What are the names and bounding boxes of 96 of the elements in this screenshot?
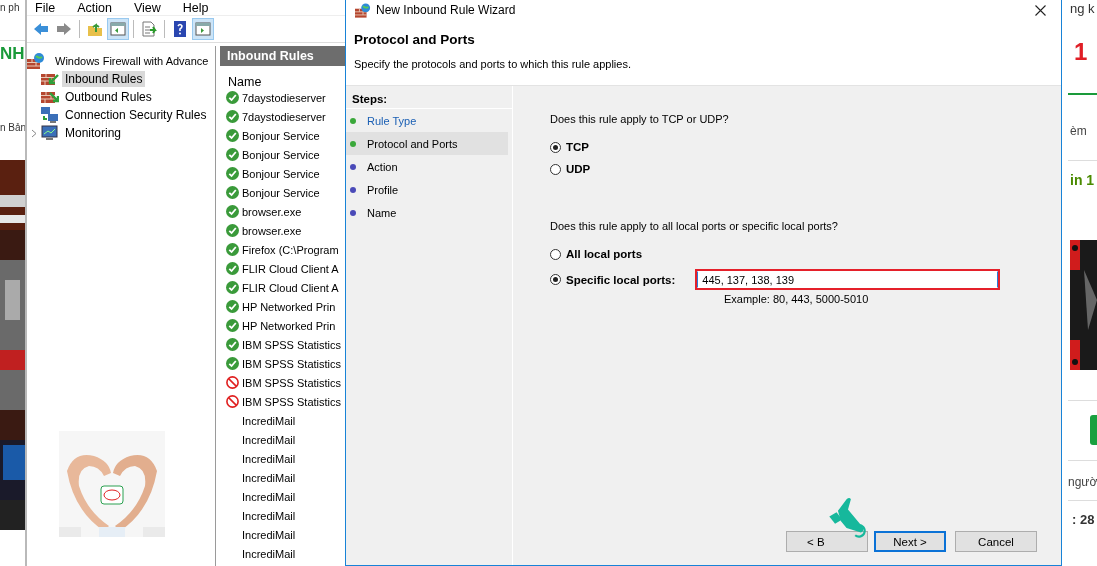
rule-name[interactable]: Bonjour Service (242, 129, 320, 142)
check-circle-icon (226, 91, 239, 104)
rule-name[interactable]: IncrediMail (242, 452, 296, 465)
next-button[interactable]: Next > (874, 531, 946, 552)
wizard-step[interactable]: Rule Type (346, 109, 508, 132)
radio-button[interactable] (550, 274, 561, 285)
rule-name[interactable]: 7daystodieserver (242, 91, 326, 104)
cancel-button[interactable]: Cancel (955, 531, 1037, 552)
menu-item[interactable]: File (35, 0, 66, 15)
tree-item[interactable]: Outbound Rules (62, 89, 155, 105)
rule-name[interactable]: IncrediMail (242, 509, 296, 522)
computers-icon (41, 107, 59, 123)
rule-name[interactable]: Bonjour Service (242, 167, 320, 180)
check-circle-icon (226, 148, 239, 161)
steps-title: Steps: (352, 93, 388, 105)
wizard-step[interactable]: Protocol and Ports (346, 132, 508, 155)
web-page-text: n ph (0, 2, 20, 13)
radio-button[interactable] (550, 141, 561, 153)
blocked-icon (226, 376, 239, 389)
web-page-text: NH (0, 44, 25, 64)
check-circle-icon (226, 262, 239, 275)
window-title: New Inbound Rule Wizard (376, 3, 516, 17)
radio-label[interactable]: TCP (566, 141, 589, 153)
expand-chevron-icon[interactable] (31, 128, 37, 138)
web-page-text: : 28 (1072, 512, 1095, 527)
pane-header: Inbound Rules (220, 46, 345, 66)
web-page-text: èm (1070, 124, 1087, 138)
check-circle-icon (226, 205, 239, 218)
question-text: Does this rule apply to all local ports or specific local ports? (550, 220, 838, 232)
check-circle-icon (226, 186, 239, 199)
rule-name[interactable]: IncrediMail (242, 528, 296, 541)
page-description: Specify the protocols and ports to which this rule applies. (354, 58, 631, 70)
rule-name[interactable]: IncrediMail (242, 433, 296, 446)
close-icon (1034, 4, 1046, 16)
web-page-text: n Bản (0, 122, 27, 133)
firewall-globe-icon (355, 2, 371, 18)
rule-name[interactable]: IncrediMail (242, 471, 296, 484)
menu-item[interactable]: View (133, 0, 171, 15)
radio-label[interactable]: UDP (566, 163, 591, 175)
check-circle-icon (226, 338, 239, 351)
rule-name[interactable]: Firefox (C:\Program (242, 243, 339, 256)
rule-name[interactable]: Bonjour Service (242, 186, 320, 199)
rule-name[interactable]: IncrediMail (242, 414, 296, 427)
menu-item[interactable]: Help (182, 0, 219, 15)
check-circle-icon (226, 110, 239, 123)
wizard-step[interactable]: Profile (346, 178, 508, 201)
web-page-text: ngườ (1068, 475, 1097, 489)
rule-name[interactable]: FLIR Cloud Client A (242, 262, 339, 275)
tree-tool-icon[interactable] (107, 18, 129, 40)
rule-name[interactable]: HP Networked Prin (242, 319, 336, 332)
rule-name[interactable]: IBM SPSS Statistics (242, 357, 342, 370)
rule-name[interactable]: IBM SPSS Statistics (242, 395, 342, 408)
check-circle-icon (226, 300, 239, 313)
wizard-step[interactable]: Name (346, 201, 508, 224)
web-page-text: in 1 (1070, 172, 1095, 188)
rule-name[interactable]: IncrediMail (242, 547, 296, 560)
rule-name[interactable]: browser.exe (242, 205, 302, 218)
rule-name[interactable]: IBM SPSS Statistics (242, 338, 342, 351)
back-button[interactable]: < B (786, 531, 868, 552)
radio-label[interactable]: Specific local ports: (566, 273, 676, 286)
rule-name[interactable]: IBM SPSS Statistics (242, 376, 342, 389)
blocked-icon (226, 395, 239, 408)
check-circle-icon (226, 167, 239, 180)
check-circle-icon (226, 319, 239, 332)
example-hint: Example: 80, 443, 5000-5010 (724, 293, 869, 305)
radio-button[interactable] (550, 248, 561, 260)
tree-item[interactable]: Connection Security Rules (62, 107, 210, 123)
rule-name[interactable]: 7daystodieserver (242, 110, 326, 123)
brick-wall-icon (41, 71, 59, 87)
tree-item[interactable]: Inbound Rules (62, 71, 146, 87)
web-page-text: 1 (1074, 38, 1088, 66)
brick-wall-icon (41, 89, 59, 105)
question-text: Does this rule apply to TCP or UDP? (550, 113, 729, 125)
check-circle-icon (226, 357, 239, 370)
rule-name[interactable]: HP Networked Prin (242, 300, 336, 313)
web-page-text: ng k (1070, 1, 1095, 16)
check-circle-icon (226, 281, 239, 294)
page-heading: Protocol and Ports (354, 32, 475, 47)
column-header[interactable]: Name (220, 66, 345, 86)
rule-name[interactable]: Bonjour Service (242, 148, 320, 161)
ports-field[interactable]: 445, 137, 138, 139 (695, 269, 1001, 290)
check-circle-icon (226, 243, 239, 256)
firewall-globe-icon (27, 53, 45, 69)
radio-label[interactable]: All local ports (566, 248, 643, 260)
rule-name[interactable]: FLIR Cloud Client A (242, 281, 339, 294)
rule-name[interactable]: browser.exe (242, 224, 302, 237)
tree-item[interactable]: Windows Firewall with Advance (52, 54, 212, 68)
menu-item[interactable]: Action (77, 0, 122, 15)
rule-name[interactable]: IncrediMail (242, 490, 296, 503)
tree-item[interactable]: Monitoring (62, 125, 125, 141)
check-circle-icon (226, 129, 239, 142)
radio-button[interactable] (550, 163, 561, 175)
button-edge (1090, 415, 1097, 445)
monitor-icon (41, 125, 59, 141)
wizard-step[interactable]: Action (346, 155, 508, 178)
check-circle-icon (226, 224, 239, 237)
